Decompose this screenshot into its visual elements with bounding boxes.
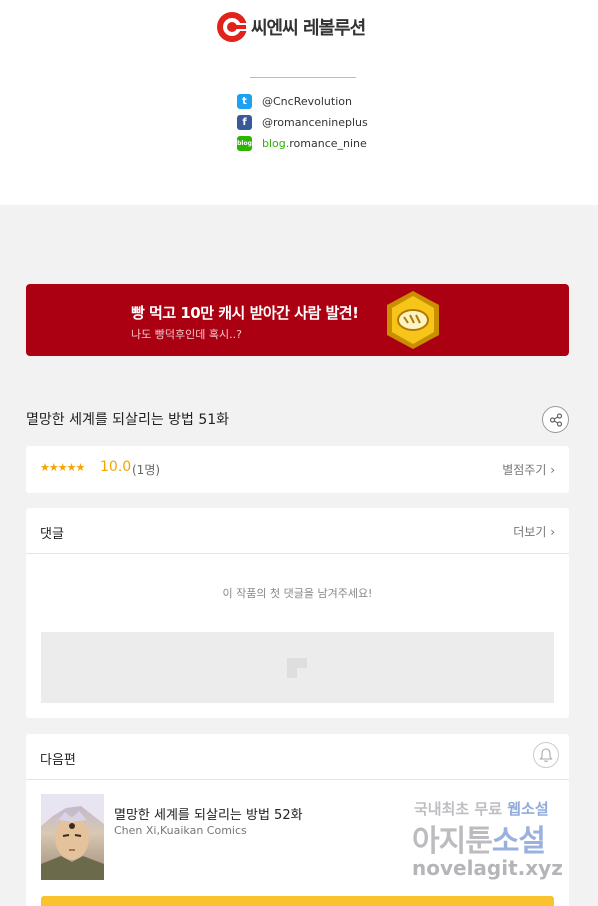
bread-coin-icon (387, 291, 439, 349)
comments-card: 댓글 더보기 › 이 작품의 첫 댓글을 남겨주세요! (26, 508, 569, 718)
blog-icon: blog (237, 136, 252, 151)
rating-card: ★★★★★ 10.0 (1명) 별점주기 › (26, 446, 569, 493)
next-episode-heading: 다음편 (40, 753, 76, 768)
rating-stars: ★★★★★ (40, 461, 85, 474)
character-illustration (41, 794, 104, 880)
divider (26, 553, 569, 554)
divider (26, 779, 569, 780)
publisher-section: 씨엔씨 레볼루션 t @CncRevolution f @romancenine… (0, 0, 598, 205)
rate-button[interactable]: 별점주기 › (502, 461, 555, 478)
next-episode-thumbnail[interactable] (41, 794, 104, 880)
publisher-logo[interactable]: 씨엔씨 레볼루션 (215, 10, 366, 44)
share-icon (549, 412, 562, 427)
ad-placeholder[interactable] (41, 632, 554, 703)
publisher-name: 씨엔씨 레볼루션 (251, 18, 366, 39)
facebook-icon: f (237, 115, 252, 130)
twitter-handle: @CncRevolution (262, 95, 352, 108)
social-blog[interactable]: blog blog. romance_nine (237, 136, 367, 151)
blog-handle: romance_nine (289, 137, 367, 150)
notification-button[interactable] (533, 742, 559, 768)
watermark-line2: 아지툰소설 (412, 824, 546, 859)
comments-empty-message: 이 작품의 첫 댓글을 남겨주세요! (222, 587, 373, 600)
twitter-icon: t (237, 94, 252, 109)
facebook-handle: @romancenineplus (262, 116, 368, 129)
social-twitter[interactable]: t @CncRevolution (237, 94, 352, 109)
banner-subtitle: 나도 빵덕후인데 혹시..? (131, 328, 242, 341)
promo-banner[interactable]: 빵 먹고 10만 캐시 받아간 사람 발견! 나도 빵덕후인데 혹시..? (26, 284, 569, 356)
cnc-logo-icon (217, 12, 249, 42)
rating-score: 10.0 (100, 459, 132, 475)
watermark-url: novelagit.xyz (412, 856, 563, 880)
next-episode-button[interactable] (41, 896, 554, 906)
next-episode-title[interactable]: 멸망한 세계를 되살리는 방법 52화 (114, 804, 303, 823)
next-episode-authors: Chen Xi,Kuaikan Comics (114, 824, 247, 837)
comments-heading: 댓글 (40, 527, 64, 542)
share-button[interactable] (542, 406, 569, 433)
ad-placeholder-icon (287, 658, 307, 678)
comments-more-link[interactable]: 더보기 › (513, 523, 555, 540)
bell-icon (539, 747, 553, 762)
divider (250, 77, 356, 78)
banner-title: 빵 먹고 10만 캐시 받아간 사람 발견! (131, 304, 359, 322)
blog-prefix: blog. (262, 137, 290, 150)
social-facebook[interactable]: f @romancenineplus (237, 115, 368, 130)
site-watermark: 국내최초 무료 웹소설 아지툰소설 novelagit.xyz (412, 798, 582, 888)
episode-title: 멸망한 세계를 되살리는 방법 51화 (26, 412, 230, 428)
rating-count: (1명) (132, 463, 161, 477)
